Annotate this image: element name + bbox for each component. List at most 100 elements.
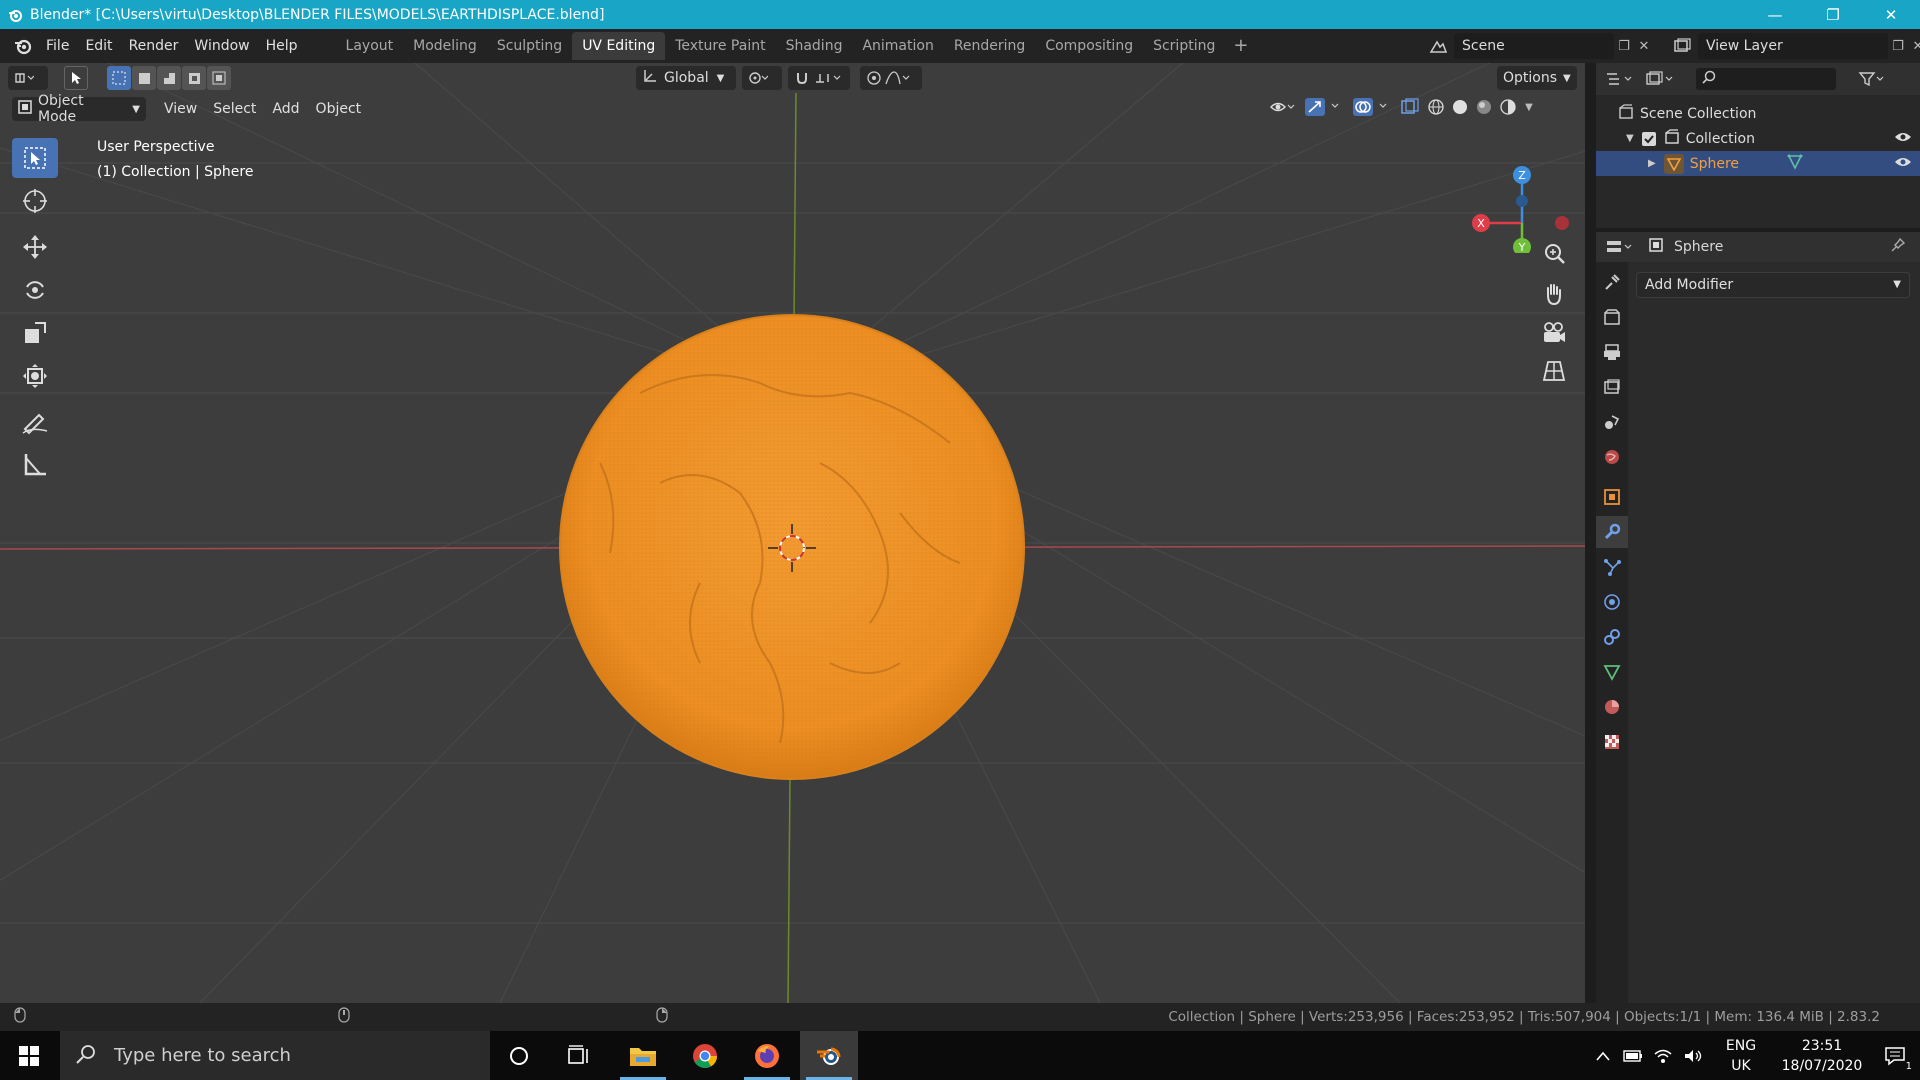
eye-icon[interactable] bbox=[1894, 130, 1912, 148]
menu-window[interactable]: Window bbox=[186, 31, 257, 61]
blender-taskbar-icon[interactable] bbox=[800, 1031, 858, 1080]
world-properties-icon[interactable] bbox=[1596, 441, 1628, 473]
menu-edit[interactable]: Edit bbox=[77, 31, 120, 61]
menu-add[interactable]: Add bbox=[264, 101, 307, 117]
select-tool-icon[interactable] bbox=[64, 66, 88, 90]
clock[interactable]: 23:51 18/07/2020 bbox=[1774, 1036, 1870, 1076]
tab-animation[interactable]: Animation bbox=[852, 32, 943, 60]
cursor-tool-icon[interactable] bbox=[12, 181, 58, 221]
tab-texture-paint[interactable]: Texture Paint bbox=[665, 32, 775, 60]
add-modifier-dropdown[interactable]: Add Modifier ▼ bbox=[1636, 272, 1910, 298]
tool-properties-icon[interactable] bbox=[1596, 266, 1628, 298]
action-center-icon[interactable]: 1 bbox=[1870, 1031, 1920, 1080]
mesh-data-icon[interactable] bbox=[1787, 154, 1803, 174]
particle-properties-icon[interactable] bbox=[1596, 551, 1628, 583]
filter-icon[interactable] bbox=[1852, 69, 1892, 89]
overlays-toggle-icon[interactable] bbox=[1348, 97, 1396, 117]
menu-help[interactable]: Help bbox=[258, 31, 306, 61]
snap-toggle[interactable] bbox=[788, 66, 850, 90]
file-explorer-icon[interactable] bbox=[614, 1031, 672, 1080]
area-divider[interactable] bbox=[1585, 63, 1596, 1003]
display-mode-icon[interactable] bbox=[1640, 69, 1680, 89]
expand-arrow-icon[interactable]: ▼ bbox=[1626, 133, 1634, 144]
tab-modeling[interactable]: Modeling bbox=[403, 32, 487, 60]
scene-properties-icon[interactable] bbox=[1596, 406, 1628, 438]
outliner-row-sphere[interactable]: ▶ Sphere bbox=[1596, 151, 1920, 176]
task-view-icon[interactable] bbox=[550, 1031, 608, 1080]
camera-view-icon[interactable] bbox=[1537, 316, 1571, 350]
menu-render[interactable]: Render bbox=[121, 31, 187, 61]
modifier-properties-icon[interactable] bbox=[1596, 516, 1628, 548]
texture-properties-icon[interactable] bbox=[1596, 726, 1628, 758]
rotate-tool-icon[interactable] bbox=[12, 270, 58, 310]
move-tool-icon[interactable] bbox=[12, 227, 58, 267]
tab-sculpting[interactable]: Sculpting bbox=[487, 32, 572, 60]
wifi-icon[interactable] bbox=[1648, 1046, 1678, 1066]
visibility-icon[interactable] bbox=[1264, 97, 1300, 117]
taskbar-search-input[interactable]: Type here to search bbox=[60, 1031, 490, 1080]
output-properties-icon[interactable] bbox=[1596, 336, 1628, 368]
transform-orientation-dropdown[interactable]: Global ▼ bbox=[636, 66, 736, 90]
outliner-search-input[interactable] bbox=[1696, 68, 1836, 90]
solid-shading-icon[interactable] bbox=[1448, 97, 1472, 117]
eye-icon[interactable] bbox=[1894, 155, 1912, 173]
outliner-editor-type-icon[interactable] bbox=[1600, 69, 1640, 89]
tab-shading[interactable]: Shading bbox=[776, 32, 853, 60]
minimize-icon[interactable]: — bbox=[1746, 0, 1804, 29]
restore-icon[interactable]: ❐ bbox=[1804, 0, 1862, 29]
firefox-icon[interactable] bbox=[738, 1031, 796, 1080]
mode-dropdown[interactable]: Object Mode ▼ bbox=[12, 93, 146, 125]
add-workspace-button[interactable]: + bbox=[1225, 32, 1256, 60]
delete-scene-icon[interactable]: ✕ bbox=[1634, 36, 1654, 56]
tab-rendering[interactable]: Rendering bbox=[944, 32, 1036, 60]
scene-name-field[interactable]: Scene bbox=[1454, 33, 1614, 59]
perspective-toggle-icon[interactable] bbox=[1537, 354, 1571, 388]
gizmo-toggle-icon[interactable] bbox=[1300, 97, 1348, 117]
delete-view-layer-icon[interactable]: ✕ bbox=[1908, 36, 1920, 56]
wireframe-shading-icon[interactable] bbox=[1424, 97, 1448, 117]
collection-checkbox[interactable] bbox=[1641, 131, 1656, 146]
outliner-row-collection[interactable]: ▼ Collection bbox=[1596, 126, 1920, 151]
view-layer-icon[interactable] bbox=[1672, 36, 1692, 56]
outliner-row-scene-collection[interactable]: Scene Collection bbox=[1596, 101, 1920, 126]
tab-scripting[interactable]: Scripting bbox=[1143, 32, 1225, 60]
pan-hand-icon[interactable] bbox=[1537, 277, 1571, 311]
tab-layout[interactable]: Layout bbox=[336, 32, 404, 60]
annotate-tool-icon[interactable] bbox=[12, 402, 58, 442]
scale-tool-icon[interactable] bbox=[12, 313, 58, 353]
language-indicator[interactable]: ENG UK bbox=[1716, 1036, 1766, 1076]
render-properties-icon[interactable] bbox=[1596, 301, 1628, 333]
proportional-editing-toggle[interactable] bbox=[860, 66, 922, 90]
chrome-icon[interactable] bbox=[676, 1031, 734, 1080]
menu-object[interactable]: Object bbox=[308, 101, 370, 117]
expand-arrow-icon[interactable]: ▶ bbox=[1648, 158, 1656, 169]
measure-tool-icon[interactable] bbox=[12, 445, 58, 485]
material-properties-icon[interactable] bbox=[1596, 691, 1628, 723]
3d-viewport[interactable]: Global ▼ Options ▼ Object Mode ▼ View Se… bbox=[0, 63, 1585, 1003]
pivot-point-dropdown[interactable] bbox=[742, 66, 782, 90]
physics-properties-icon[interactable] bbox=[1596, 586, 1628, 618]
select-invert-icon[interactable] bbox=[182, 66, 206, 90]
editor-type-icon[interactable] bbox=[8, 66, 48, 90]
battery-icon[interactable] bbox=[1618, 1046, 1648, 1066]
select-extend-icon[interactable] bbox=[132, 66, 156, 90]
select-intersect-icon[interactable] bbox=[207, 66, 231, 90]
transform-tool-icon[interactable] bbox=[12, 356, 58, 396]
select-subtract-icon[interactable] bbox=[157, 66, 181, 90]
constraint-properties-icon[interactable] bbox=[1596, 621, 1628, 653]
properties-editor-type-icon[interactable] bbox=[1600, 237, 1640, 257]
blender-menu-icon[interactable] bbox=[8, 31, 38, 61]
material-shading-icon[interactable] bbox=[1472, 97, 1496, 117]
menu-view[interactable]: View bbox=[156, 101, 205, 117]
volume-icon[interactable] bbox=[1678, 1046, 1708, 1066]
shading-options-chevron-icon[interactable]: ▼ bbox=[1520, 97, 1538, 117]
options-dropdown[interactable]: Options ▼ bbox=[1497, 66, 1577, 90]
close-icon[interactable]: ✕ bbox=[1862, 0, 1920, 29]
rendered-shading-icon[interactable] bbox=[1496, 97, 1520, 117]
view-layer-name-field[interactable]: View Layer bbox=[1698, 33, 1888, 59]
zoom-icon[interactable] bbox=[1537, 237, 1571, 271]
cortana-icon[interactable] bbox=[490, 1031, 548, 1080]
select-new-icon[interactable] bbox=[107, 66, 131, 90]
new-scene-icon[interactable]: ❐ bbox=[1614, 36, 1634, 56]
new-view-layer-icon[interactable]: ❐ bbox=[1888, 36, 1908, 56]
